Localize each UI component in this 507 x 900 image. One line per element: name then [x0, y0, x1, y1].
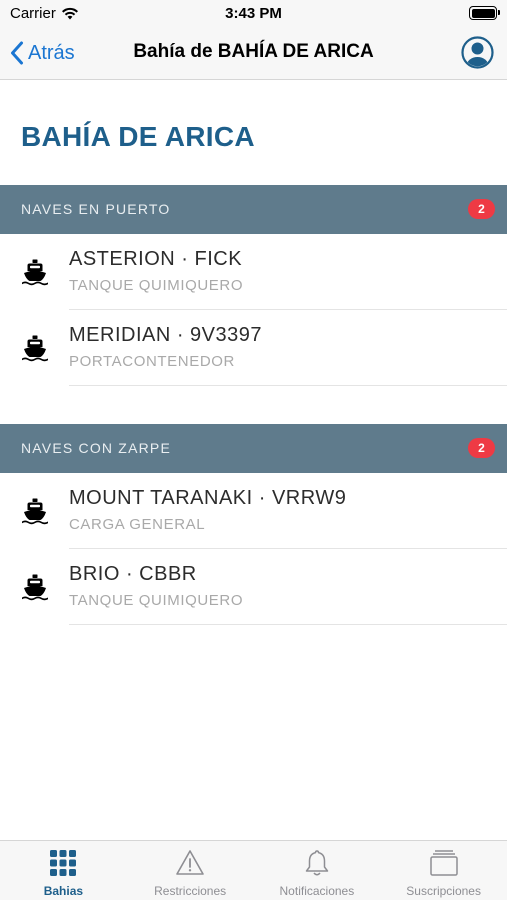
- tab-notificaciones[interactable]: Notificaciones: [254, 841, 381, 900]
- ship-icon: [22, 574, 48, 601]
- section-header-con-zarpe: NAVES CON ZARPE 2: [0, 424, 507, 473]
- status-time: 3:43 PM: [225, 5, 282, 22]
- status-bar: Carrier 3:43 PM: [0, 0, 507, 28]
- cards-icon: [429, 850, 458, 876]
- section-label: NAVES EN PUERTO: [21, 201, 171, 217]
- ship-icon: [22, 259, 48, 286]
- ship-type: PORTACONTENEDOR: [69, 353, 235, 370]
- tab-label: Restricciones: [154, 884, 227, 898]
- user-circle-icon[interactable]: [461, 36, 494, 69]
- ship-type: TANQUE QUIMIQUERO: [69, 277, 244, 294]
- navigation-bar: Atrás Bahía de BAHÍA DE ARICA: [0, 28, 507, 80]
- section-label: NAVES CON ZARPE: [21, 440, 171, 456]
- ship-name: MERIDIAN · 9V3397: [69, 324, 263, 346]
- bell-icon: [305, 850, 329, 876]
- tab-label: Notificaciones: [279, 884, 355, 898]
- battery-icon: [469, 6, 500, 20]
- ship-list-item[interactable]: ASTERION · FICK TANQUE QUIMIQUERO: [0, 234, 507, 310]
- ship-type: TANQUE QUIMIQUERO: [69, 592, 244, 609]
- nav-title: Bahía de BAHÍA DE ARICA: [133, 41, 374, 62]
- grid-icon: [50, 850, 77, 876]
- warning-icon: [176, 850, 204, 875]
- count-badge: 2: [468, 438, 495, 458]
- row-divider: [69, 624, 507, 625]
- ship-name: BRIO · CBBR: [69, 563, 197, 585]
- section-header-en-puerto: NAVES EN PUERTO 2: [0, 185, 507, 234]
- tab-restricciones[interactable]: Restricciones: [127, 841, 254, 900]
- count-badge: 2: [468, 199, 495, 219]
- tab-bar: Bahias Restricciones Notificaciones Susc…: [0, 840, 507, 900]
- ship-icon: [22, 498, 48, 525]
- row-divider: [69, 385, 507, 386]
- ship-list-item[interactable]: BRIO · CBBR TANQUE QUIMIQUERO: [0, 549, 507, 625]
- tab-label: Suscripciones: [406, 884, 481, 898]
- ship-icon: [22, 335, 48, 362]
- ship-list-item[interactable]: MOUNT TARANAKI · VRRW9 CARGA GENERAL: [0, 473, 507, 549]
- ship-list-item[interactable]: MERIDIAN · 9V3397 PORTACONTENEDOR: [0, 310, 507, 386]
- tab-label: Bahias: [43, 884, 84, 898]
- ship-name: ASTERION · FICK: [69, 248, 243, 270]
- page-title: BAHÍA DE ARICA: [21, 121, 255, 152]
- ship-name: MOUNT TARANAKI · VRRW9: [69, 487, 347, 509]
- tab-bahias[interactable]: Bahias: [0, 841, 127, 900]
- tab-suscripciones[interactable]: Suscripciones: [380, 841, 507, 900]
- ship-type: CARGA GENERAL: [69, 516, 206, 533]
